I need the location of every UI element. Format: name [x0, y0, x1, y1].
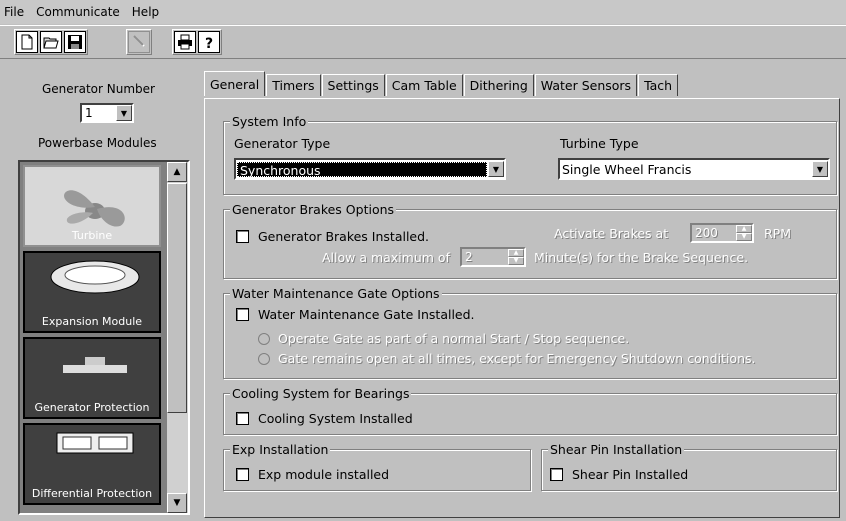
module-label: Expansion Module — [41, 315, 143, 328]
toolbar-file-group — [14, 29, 88, 55]
menu-communicate[interactable]: Communicate — [36, 5, 120, 19]
shear-pin-title: Shear Pin Installation — [548, 442, 685, 457]
gate-option-open-label: Gate remains open at all times, except f… — [278, 351, 756, 366]
tab-settings[interactable]: Settings — [321, 74, 385, 96]
open-button[interactable] — [40, 31, 62, 53]
help-button[interactable]: ? — [198, 31, 220, 53]
scroll-up-icon[interactable]: ▲ — [167, 162, 187, 182]
generator-type-label: Generator Type — [234, 136, 331, 151]
pointer-button[interactable] — [128, 31, 150, 53]
toolbar-pointer-group — [126, 29, 152, 55]
chevron-down-icon[interactable]: ▼ — [488, 161, 504, 177]
pointer-icon — [133, 35, 145, 47]
spin-up-icon[interactable]: ▲ — [508, 249, 524, 257]
spin-down-icon[interactable]: ▼ — [736, 233, 752, 241]
print-icon — [178, 34, 192, 50]
exp-group: Exp Installation Exp module installed — [223, 442, 531, 491]
chevron-down-icon[interactable]: ▼ — [116, 105, 132, 121]
gate-option-normal-radio[interactable] — [258, 333, 270, 345]
save-button[interactable] — [64, 31, 86, 53]
save-icon — [68, 35, 82, 49]
brakes-installed-label: Generator Brakes Installed. — [258, 229, 430, 244]
activate-brakes-label: Activate Brakes at — [554, 226, 669, 241]
module-expansion[interactable]: Expansion Module — [23, 251, 161, 333]
generator-number-value: 1 — [85, 106, 93, 120]
shear-pin-installed-checkbox[interactable] — [550, 468, 563, 481]
powerbase-modules-label: Powerbase Modules — [38, 136, 157, 150]
system-info-group: System Info Generator Type Synchronous ▼… — [223, 114, 837, 195]
water-gate-group: Water Maintenance Gate Options Water Mai… — [223, 286, 837, 379]
menu-file[interactable]: File — [4, 5, 24, 19]
turbine-type-label: Turbine Type — [560, 136, 639, 151]
module-label: Generator Protection — [34, 401, 150, 414]
turbine-type-select[interactable]: Single Wheel Francis ▼ — [558, 158, 830, 180]
brake-minutes-label: Minute(s) for the Brake Sequence. — [534, 250, 749, 265]
left-panel: Generator Number 1 ▼ Powerbase Modules T… — [0, 60, 196, 521]
general-tab-panel: System Info Generator Type Synchronous ▼… — [204, 98, 840, 518]
turbine-icon — [64, 190, 125, 227]
gate-option-normal-label: Operate Gate as part of a normal Start /… — [278, 331, 630, 346]
chevron-down-icon[interactable]: ▼ — [812, 161, 828, 177]
module-turbine[interactable]: Turbine — [23, 165, 161, 247]
activate-brakes-spinner[interactable]: 200 ▲ ▼ — [690, 223, 754, 243]
spin-up-icon[interactable]: ▲ — [736, 225, 752, 233]
activate-brakes-value: 200 — [695, 226, 718, 240]
brake-minutes-value: 2 — [465, 250, 473, 264]
print-button[interactable] — [174, 31, 196, 53]
brakes-group: Generator Brakes Options Generator Brake… — [223, 202, 837, 279]
new-icon — [21, 34, 33, 50]
cooling-installed-label: Cooling System Installed — [258, 411, 413, 426]
brakes-installed-checkbox[interactable] — [236, 230, 249, 243]
brake-minutes-spinner[interactable]: 2 ▲ ▼ — [460, 247, 526, 267]
module-label: Differential Protection — [31, 487, 153, 500]
exp-installed-label: Exp module installed — [258, 467, 390, 482]
module-differential-protection[interactable]: Differential Protection — [23, 423, 161, 505]
generator-number-label: Generator Number — [42, 82, 155, 96]
generator-type-select[interactable]: Synchronous ▼ — [234, 158, 506, 180]
system-info-title: System Info — [230, 114, 309, 129]
cooling-group: Cooling System for Bearings Cooling Syst… — [223, 386, 837, 435]
module-generator-protection[interactable]: Generator Protection — [23, 337, 161, 419]
toolbar-print-group: ? — [172, 29, 222, 55]
water-gate-installed-checkbox[interactable] — [236, 308, 249, 321]
exp-title: Exp Installation — [230, 442, 331, 457]
rpm-label: RPM — [764, 226, 792, 241]
water-gate-title: Water Maintenance Gate Options — [230, 286, 442, 301]
shear-pin-installed-label: Shear Pin Installed — [572, 467, 689, 482]
water-gate-installed-label: Water Maintenance Gate Installed. — [258, 307, 475, 322]
tab-timers[interactable]: Timers — [266, 74, 321, 96]
tab-water-sensors[interactable]: Water Sensors — [534, 74, 638, 96]
tab-dithering[interactable]: Dithering — [463, 74, 534, 96]
brakes-title: Generator Brakes Options — [230, 202, 397, 217]
tab-strip: General Timers Settings Cam Table Dither… — [204, 71, 679, 98]
generator-type-value: Synchronous — [237, 161, 487, 178]
allow-maximum-label: Allow a maximum of — [322, 250, 450, 265]
new-button[interactable] — [16, 31, 38, 53]
generator-number-select[interactable]: 1 ▼ — [80, 103, 134, 123]
tab-cam-table[interactable]: Cam Table — [385, 74, 463, 96]
help-icon: ? — [205, 36, 213, 50]
scroll-down-icon[interactable]: ▼ — [167, 493, 187, 513]
shear-pin-group: Shear Pin Installation Shear Pin Install… — [541, 442, 837, 491]
menu-help[interactable]: Help — [132, 5, 159, 19]
scroll-thumb[interactable] — [167, 183, 187, 413]
generator-icon — [63, 357, 127, 373]
exp-installed-checkbox[interactable] — [236, 468, 249, 481]
svg-text:?: ? — [205, 36, 213, 50]
open-icon — [43, 37, 59, 49]
toolbar: ? — [0, 25, 846, 59]
settings-panel: General Timers Settings Cam Table Dither… — [198, 60, 846, 521]
meters-icon — [56, 432, 134, 454]
cooling-installed-checkbox[interactable] — [236, 412, 249, 425]
spin-down-icon[interactable]: ▼ — [508, 257, 524, 265]
turbine-type-value: Single Wheel Francis — [562, 161, 692, 177]
menu-bar: File Communicate Help — [0, 0, 846, 24]
module-list: Turbine Expansion Module Generator Prote… — [18, 160, 190, 515]
module-scrollbar[interactable]: ▲ ▼ — [166, 162, 188, 513]
cooling-title: Cooling System for Bearings — [230, 386, 412, 401]
expansion-icon — [50, 260, 140, 294]
gate-option-open-radio[interactable] — [258, 353, 270, 365]
tab-tach[interactable]: Tach — [638, 74, 679, 96]
tab-general[interactable]: General — [204, 71, 266, 96]
